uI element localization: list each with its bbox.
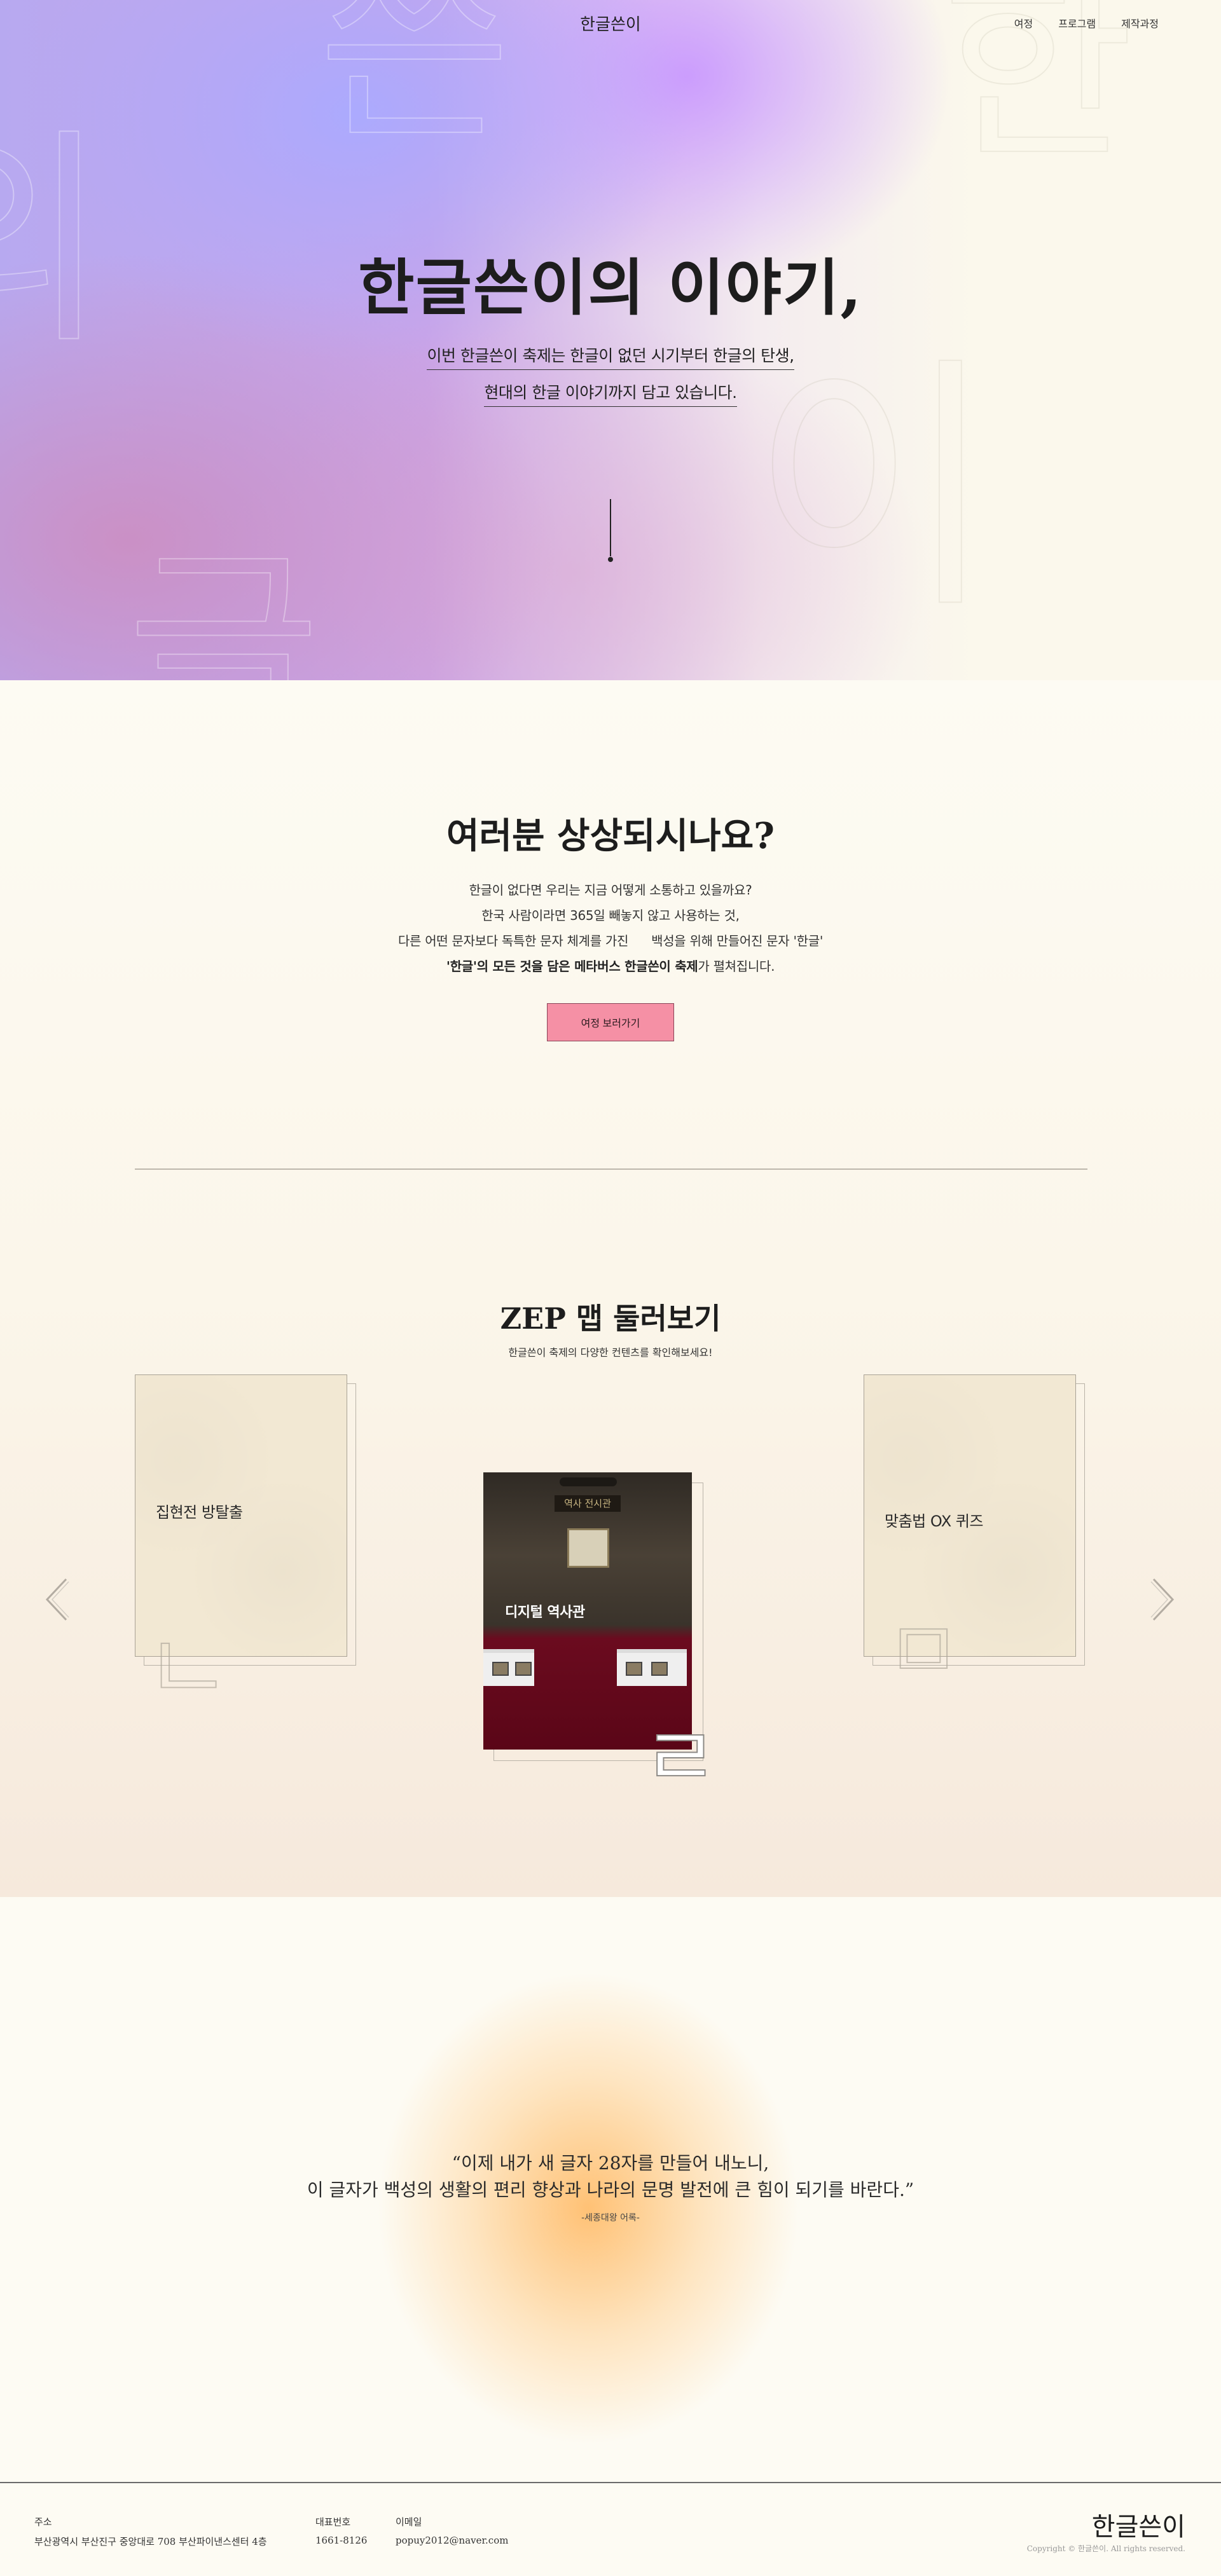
footer-logo[interactable]: 한글쓴이 bbox=[1092, 2506, 1185, 2543]
museum-scroll-artwork bbox=[567, 1528, 609, 1568]
zep-card-museum[interactable]: 역사 전시관 디지털 역사관 bbox=[483, 1472, 692, 1750]
nav-link-program[interactable]: 프로그램 bbox=[1058, 15, 1096, 31]
museum-display-case-right bbox=[617, 1649, 687, 1686]
imagine-title: 여러분 상상되시나요? bbox=[0, 807, 1221, 859]
nav-link-journey[interactable]: 여정 bbox=[1014, 15, 1033, 31]
chevron-right-icon[interactable] bbox=[1142, 1574, 1180, 1625]
section-divider bbox=[135, 1168, 1087, 1170]
footer-address-value: 부산광역시 부산진구 중앙대로 708 부산파이낸스센터 4층 bbox=[34, 2536, 267, 2547]
imagine-line-4-bold: '한글'의 모든 것을 담은 메타버스 한글쓴이 축제 bbox=[446, 959, 698, 974]
sejong-quote: “이제 내가 새 글자 28자를 만들어 내노니, 이 글자가 백성의 생활의 … bbox=[0, 2150, 1221, 2224]
imagine-title-bold: 상상 bbox=[557, 815, 623, 857]
museum-sign: 역사 전시관 bbox=[555, 1495, 621, 1512]
footer: 주소 부산광역시 부산진구 중앙대로 708 부산파이낸스센터 4층 대표번호 … bbox=[0, 2482, 1221, 2576]
zep-card-escape-label: 집현전 방탈출 bbox=[156, 1504, 243, 1521]
imagine-line-3b: 백성을 위해 만들어진 문자 '한글' bbox=[651, 933, 824, 949]
hero-title: 한글쓴이의 이야기, bbox=[358, 252, 863, 324]
card-deco-nieun: ㄴ bbox=[143, 1613, 232, 1724]
quote-author: -세종대왕 어록- bbox=[581, 2213, 640, 2223]
ghost-letter-ssun: 쓴 bbox=[317, 0, 512, 170]
quote-line-2: 이 글자가 백성의 생활의 편리 향상과 나라의 문명 발전에 큰 힘이 되기를… bbox=[307, 2179, 914, 2200]
imagine-line-4-post: 가 펼쳐집니다. bbox=[698, 959, 775, 974]
scroll-indicator-dot bbox=[608, 557, 613, 562]
footer-phone: 대표번호 1661-8126 bbox=[315, 2515, 367, 2546]
imagine-line-1: 한글이 없다면 우리는 지금 어떻게 소통하고 있을까요? bbox=[469, 882, 752, 898]
imagine-title-pre: 여러분 bbox=[446, 815, 558, 857]
museum-display-case-left bbox=[483, 1649, 534, 1686]
imagine-line-3: 다른 어떤 문자보다 독특한 문자 체계를 가진 백성을 위해 만들어진 문자 '… bbox=[0, 928, 1221, 954]
footer-copyright: Copyright © 한글쓴이. All rights reserved. bbox=[1026, 2544, 1185, 2553]
imagine-line-3a: 다른 어떤 문자보다 독특한 문자 체계를 가진 bbox=[397, 933, 629, 949]
nav-logo[interactable]: 한글쓴이 bbox=[579, 11, 642, 35]
ghost-letter-geul: 글 bbox=[127, 530, 321, 680]
hero-subtitle-line1: 이번 한글쓴이 축제는 한글이 없던 시기부터 한글의 탄생, bbox=[427, 343, 794, 370]
intro-section: 여러분 상상되시나요? 한글이 없다면 우리는 지금 어떻게 소통하고 있을까요… bbox=[0, 680, 1221, 1897]
zep-card-museum-label: 디지털 역사관 bbox=[505, 1605, 585, 1620]
nav-link-process[interactable]: 제작과정 bbox=[1121, 15, 1159, 31]
hero-subtitle: 이번 한글쓴이 축제는 한글이 없던 시기부터 한글의 탄생, 현대의 한글 이… bbox=[0, 343, 1221, 417]
hero-subtitle-line2: 현대의 한글 이야기까지 담고 있습니다. bbox=[484, 380, 737, 407]
imagine-title-post: 되시나요? bbox=[623, 815, 775, 857]
imagine-line-4: '한글'의 모든 것을 담은 메타버스 한글쓴이 축제가 펼쳐집니다. bbox=[0, 954, 1221, 979]
footer-address-label: 주소 bbox=[34, 2516, 52, 2528]
zep-title: ZEP 맵 둘러보기 bbox=[500, 1301, 721, 1336]
quote-line-1: “이제 내가 새 글자 28자를 만들어 내노니, bbox=[452, 2153, 769, 2174]
footer-email: 이메일 popuy2012@naver.com bbox=[396, 2515, 508, 2546]
card-deco-rieul: ㄹ bbox=[642, 1709, 719, 1806]
journey-button[interactable]: 여정 보러가기 bbox=[547, 1003, 674, 1041]
footer-email-label: 이메일 bbox=[396, 2516, 422, 2528]
zep-subtitle: 한글쓴이 축제의 다양한 컨텐츠를 확인해보세요! bbox=[508, 1346, 713, 1359]
quote-section: “이제 내가 새 글자 28자를 만들어 내노니, 이 글자가 백성의 생활의 … bbox=[0, 1897, 1221, 2482]
zep-card-quiz-label: 맞춤법 OX 퀴즈 bbox=[885, 1512, 983, 1530]
imagine-line-2: 한국 사람이라면 365일 빼놓지 않고 사용하는 것, bbox=[481, 908, 740, 923]
main-nav: 여정 프로그램 제작과정 bbox=[1014, 15, 1159, 31]
footer-phone-value: 1661-8126 bbox=[315, 2535, 368, 2546]
chevron-left-icon[interactable] bbox=[39, 1574, 78, 1625]
footer-phone-label: 대표번호 bbox=[315, 2516, 351, 2528]
hero-section: 쓴 한 의 이 글 한글쓴이 여정 프로그램 제작과정 한글쓴이의 이야기, 이… bbox=[0, 0, 1221, 680]
museum-ceiling bbox=[560, 1477, 617, 1486]
card-deco-mieum: ㅁ bbox=[885, 1603, 962, 1699]
scroll-indicator-line bbox=[610, 499, 611, 556]
footer-email-value[interactable]: popuy2012@naver.com bbox=[396, 2535, 508, 2546]
imagine-body: 한글이 없다면 우리는 지금 어떻게 소통하고 있을까요? 한국 사람이라면 3… bbox=[0, 877, 1221, 979]
footer-address: 주소 부산광역시 부산진구 중앙대로 708 부산파이낸스센터 4층 bbox=[34, 2515, 267, 2548]
